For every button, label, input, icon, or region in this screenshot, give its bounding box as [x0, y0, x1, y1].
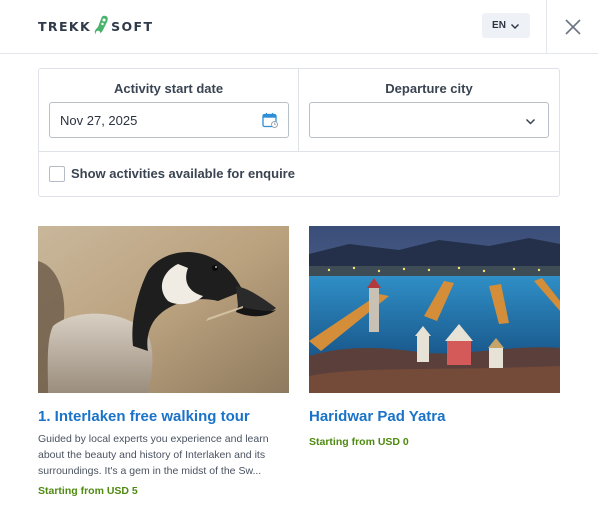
language-label: EN	[492, 20, 506, 31]
filter-panel: Activity start date Nov 27, 2025 Departu…	[38, 68, 560, 197]
logo-text-left: TREKK	[38, 18, 92, 34]
activity-title[interactable]: 1. Interlaken free walking tour	[38, 408, 289, 426]
start-date-value: Nov 27, 2025	[60, 113, 138, 128]
trekksoft-logo[interactable]: TREKK SOFT	[38, 14, 153, 38]
start-date-filter: Activity start date Nov 27, 2025	[39, 69, 299, 151]
chevron-down-icon	[510, 23, 519, 29]
goose-photo	[38, 226, 289, 393]
departure-city-label: Departure city	[385, 81, 473, 96]
activity-title[interactable]: Haridwar Pad Yatra	[309, 408, 560, 426]
activity-card[interactable]: Haridwar Pad Yatra Starting from USD 0	[309, 226, 560, 448]
calendar-icon[interactable]	[262, 112, 278, 128]
activity-image-goose[interactable]	[38, 226, 289, 393]
enquire-checkbox[interactable]	[49, 166, 65, 182]
top-bar: TREKK SOFT EN	[0, 0, 598, 54]
chevron-down-icon	[525, 118, 536, 125]
enquire-label[interactable]: Show activities available for enquire	[71, 166, 295, 181]
activity-card[interactable]: 1. Interlaken free walking tour Guided b…	[38, 226, 289, 497]
departure-city-select[interactable]	[309, 102, 549, 138]
close-icon	[564, 19, 581, 35]
start-date-input[interactable]: Nov 27, 2025	[49, 102, 289, 138]
close-button[interactable]	[546, 0, 598, 54]
activity-price: Starting from USD 0	[309, 436, 409, 448]
haridwar-photo	[309, 226, 560, 393]
activity-image-haridwar[interactable]	[309, 226, 560, 393]
departure-city-filter: Departure city	[299, 69, 559, 151]
activity-description: Guided by local experts you experience a…	[38, 433, 269, 477]
logo-text-right: SOFT	[111, 18, 154, 34]
start-date-label: Activity start date	[113, 81, 224, 96]
footprint-logo-icon	[94, 15, 108, 36]
language-selector[interactable]: EN	[482, 13, 530, 38]
enquire-filter: Show activities available for enquire	[39, 151, 559, 196]
activity-price: Starting from USD 5	[38, 485, 138, 497]
